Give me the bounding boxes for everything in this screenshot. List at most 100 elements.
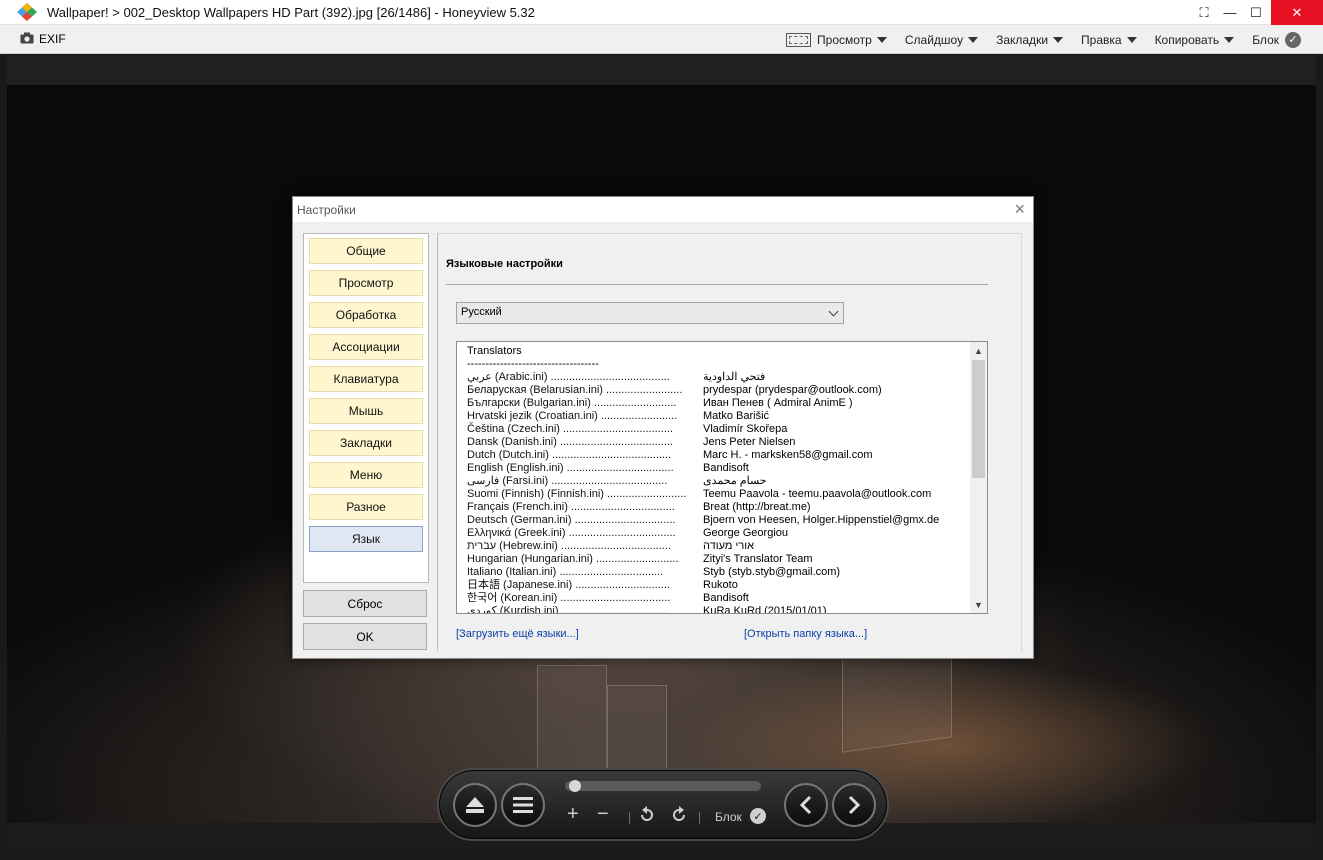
chevron-down-icon [828, 306, 839, 317]
reset-button[interactable]: Сброс [303, 590, 427, 617]
caret-down-icon [1053, 36, 1064, 43]
separator: | [698, 810, 702, 824]
progress-knob[interactable] [569, 780, 581, 792]
caret-down-icon [1224, 36, 1235, 43]
translator-language: Hungarian (Hungarian.ini) ..............… [467, 553, 679, 565]
category-associations[interactable]: Ассоциации [309, 334, 423, 360]
translator-name: Bjoern von Heesen, Holger.Hippenstiel@gm… [703, 514, 940, 526]
translator-row: عربي (Arabic.ini) ......................… [467, 371, 967, 384]
translator-row: Ελληνικά (Greek.ini) ...................… [467, 527, 967, 540]
separator: | [628, 810, 632, 824]
zoom-in-button[interactable]: + [567, 804, 579, 824]
caret-down-icon [876, 36, 887, 43]
translator-row: Беларуская (Belarusian.ini) ............… [467, 384, 967, 397]
minimize-button[interactable]: — [1217, 0, 1243, 25]
view-frame-icon [786, 32, 812, 47]
menu-bookmarks[interactable]: Закладки [996, 32, 1064, 47]
eject-button[interactable] [453, 783, 497, 827]
translator-row: Suomi (Finnish) (Finnish.ini) ..........… [467, 488, 967, 501]
close-button[interactable]: ✕ [1271, 0, 1323, 25]
translator-language: Deutsch (German.ini) ...................… [467, 514, 676, 526]
category-view[interactable]: Просмотр [309, 270, 423, 296]
menu-view[interactable]: Просмотр [786, 32, 887, 47]
translator-row: 日本語 (Japanese.ini) .....................… [467, 579, 967, 592]
translator-name: حسام محمدی [703, 475, 767, 487]
category-mouse[interactable]: Мышь [309, 398, 423, 424]
translator-language: Hrvatski jezik (Croatian.ini) ..........… [467, 410, 678, 422]
menu-button[interactable] [501, 783, 545, 827]
translator-name: Teemu Paavola - teemu.paavola@outlook.co… [703, 488, 932, 500]
dialog-title: Настройки [297, 203, 356, 217]
translator-language: 한국어 (Korean.ini) .......................… [467, 592, 671, 604]
playback-control-panel: + − | | Блок ✓ [437, 768, 889, 841]
scrollbar-thumb[interactable] [972, 360, 985, 478]
translator-language: English (English.ini) ..................… [467, 462, 674, 474]
category-misc[interactable]: Разное [309, 494, 423, 520]
chevron-left-icon [799, 795, 812, 815]
category-processing[interactable]: Обработка [309, 302, 423, 328]
translator-row: Italiano (Italian.ini) .................… [467, 566, 967, 579]
language-settings-panel: Языковые настройки Русский Translators -… [438, 233, 1022, 651]
translator-row: Français (French.ini) ..................… [467, 501, 967, 514]
language-select[interactable]: Русский [456, 302, 844, 324]
translator-name: KuRa KuRd (2015/01/01) [703, 605, 827, 614]
next-button[interactable] [832, 783, 876, 827]
translator-language: Čeština (Czech.ini) ....................… [467, 423, 673, 435]
translator-language: Български (Bulgarian.ini) ..............… [467, 397, 677, 409]
maximize-button[interactable]: ☐ [1243, 0, 1269, 25]
category-keyboard[interactable]: Клавиатура [309, 366, 423, 392]
exif-button[interactable]: EXIF [20, 32, 66, 47]
honeyview-logo-icon [14, 0, 40, 25]
open-language-folder-link[interactable]: [Открыть папку языка...] [744, 628, 867, 640]
translator-name: Matko Barišić [703, 410, 770, 422]
check-circle-icon[interactable]: ✓ [750, 808, 766, 824]
rotate-left-icon [641, 806, 653, 821]
translator-row: Български (Bulgarian.ini) ..............… [467, 397, 967, 410]
category-bookmarks[interactable]: Закладки [309, 430, 423, 456]
menu-slideshow[interactable]: Слайдшоу [905, 33, 979, 47]
translator-name: prydespar (prydespar@outlook.com) [703, 384, 882, 396]
zoom-out-button[interactable]: − [597, 804, 609, 824]
translator-language: Ελληνικά (Greek.ini) ...................… [467, 527, 676, 539]
translator-name: Marc H. - marksken58@gmail.com [703, 449, 873, 461]
translator-name: Bandisoft [703, 462, 749, 474]
translator-name: Иван Пенев ( Admiral AnimE ) [703, 397, 853, 409]
category-general[interactable]: Общие [309, 238, 423, 264]
hamburger-icon [513, 797, 533, 813]
image-progress-slider[interactable] [565, 780, 761, 792]
translator-row: Deutsch (German.ini) ...................… [467, 514, 967, 527]
close-icon[interactable]: × [1014, 199, 1025, 220]
viewer-top-strip [7, 55, 1316, 85]
translator-row: Dansk (Danish.ini) .....................… [467, 436, 967, 449]
translator-name: Jens Peter Nielsen [703, 436, 796, 448]
rotate-right-button[interactable] [670, 806, 688, 828]
translators-content: Translators ----------------------------… [467, 345, 967, 614]
rotate-left-button[interactable] [638, 806, 656, 828]
translator-name: Vladimír Skořepa [703, 423, 788, 435]
block-label[interactable]: Блок [715, 810, 742, 824]
previous-button[interactable] [784, 783, 828, 827]
menu-bookmarks-label: Закладки [996, 32, 1049, 47]
menu-edit-label: Правка [1081, 32, 1122, 47]
category-menu[interactable]: Меню [309, 462, 423, 488]
translator-name: Styb (styb.styb@gmail.com) [703, 566, 841, 578]
menu-block[interactable]: Блок ✓ [1252, 31, 1301, 48]
menu-copy[interactable]: Копировать [1155, 33, 1235, 47]
category-language[interactable]: Язык [309, 526, 423, 552]
translators-textbox[interactable]: Translators ----------------------------… [456, 341, 988, 614]
ok-button[interactable]: OK [303, 623, 427, 650]
exif-label: EXIF [39, 32, 66, 46]
fullscreen-button[interactable]: ⛶ [1191, 0, 1217, 25]
eject-icon [466, 797, 484, 813]
toolbar-menus: Просмотр Слайдшоу Закладки Правка Копиро… [768, 25, 1301, 54]
caret-down-icon [968, 36, 979, 43]
scroll-up-icon[interactable]: ▲ [970, 342, 987, 359]
translator-language: کوردی (Kurdish.ini) ....................… [467, 605, 669, 614]
menu-edit[interactable]: Правка [1081, 33, 1137, 47]
rotate-right-icon [673, 806, 685, 821]
translator-row: فارسی (Farsi.ini) ......................… [467, 475, 967, 488]
download-more-languages-link[interactable]: [Загрузить ещё языки...] [456, 628, 579, 640]
scroll-down-icon[interactable]: ▼ [970, 596, 987, 613]
translator-name: Rukoto [703, 579, 738, 591]
vertical-scrollbar[interactable]: ▲ ▼ [970, 342, 987, 613]
